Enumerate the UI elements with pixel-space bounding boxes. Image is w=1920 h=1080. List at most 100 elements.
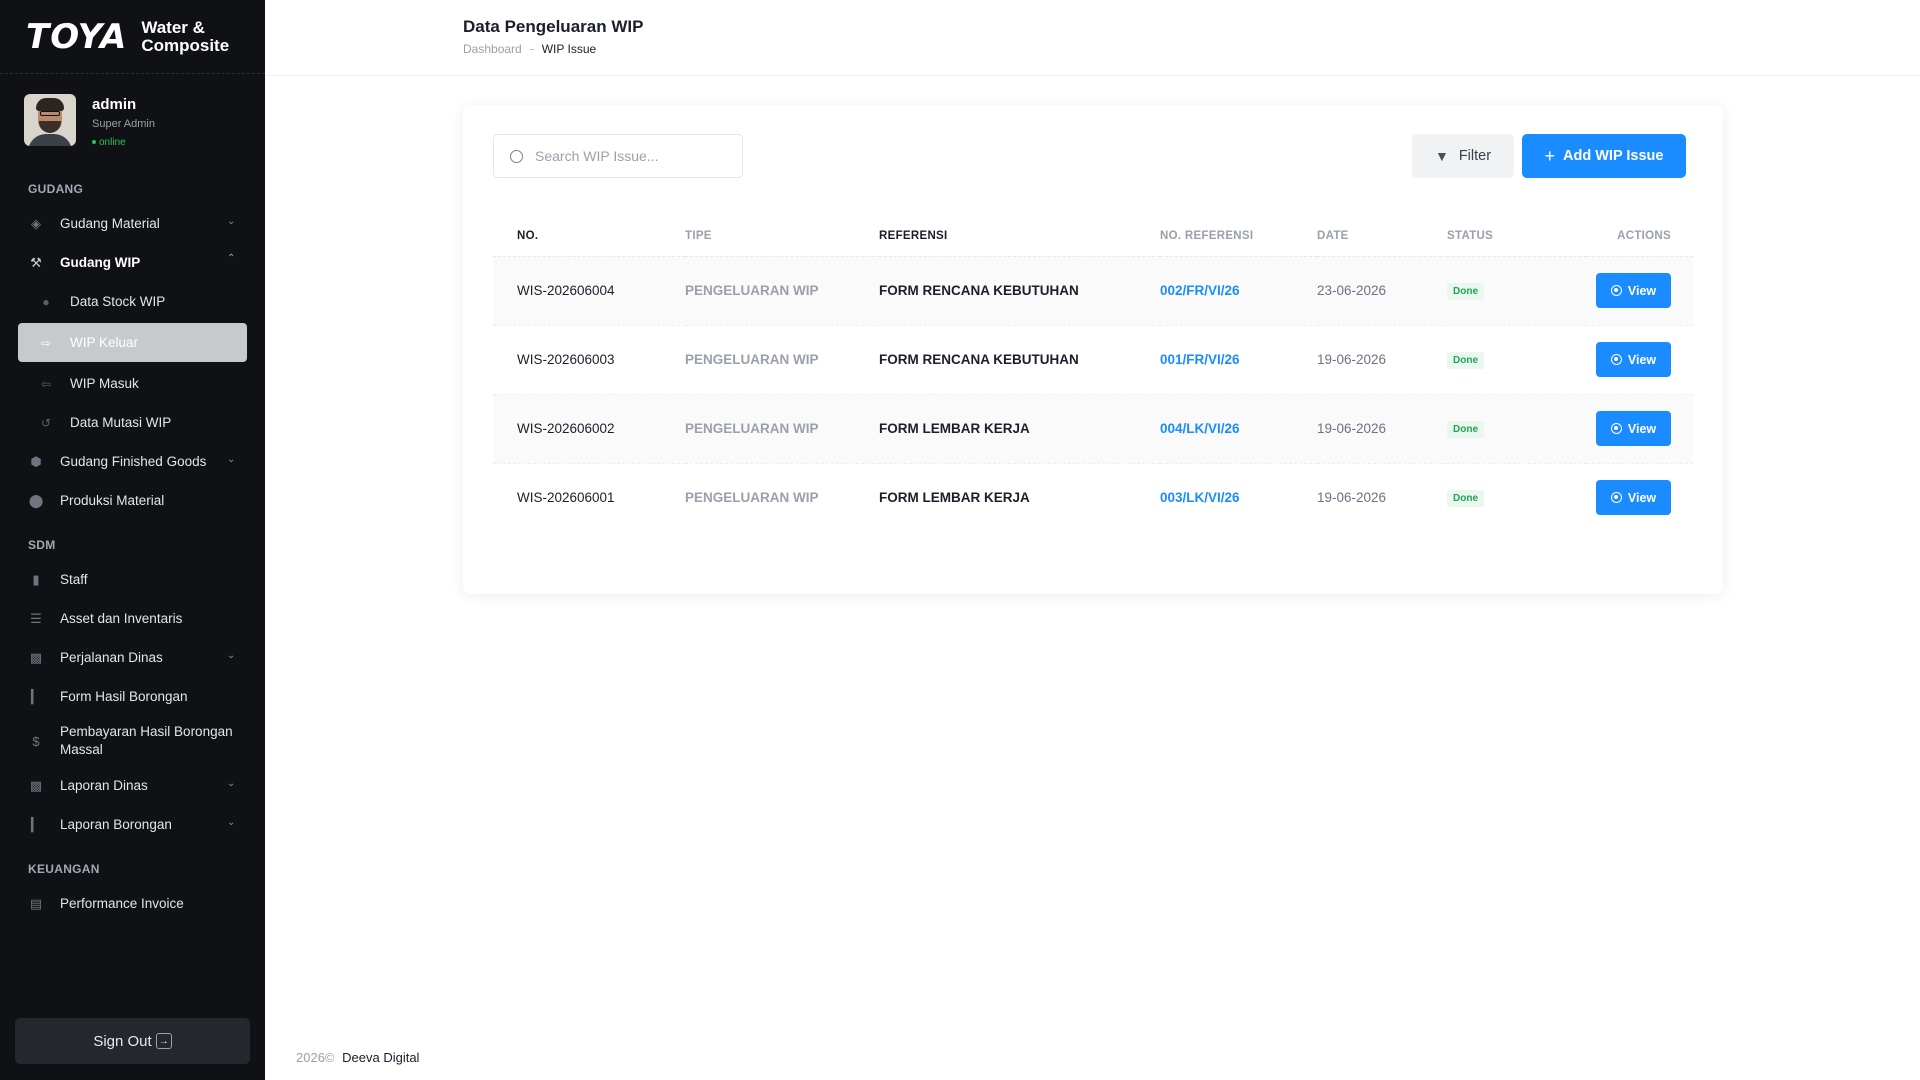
sidebar-item-label-line1: Pembayaran Hasil Borongan [60, 724, 233, 739]
sidebar-item-performance-invoice[interactable]: ▤ Performance Invoice [0, 884, 265, 923]
search-input[interactable] [535, 148, 725, 164]
table-row: WIS-202606001 PENGELUARAN WIP FORM LEMBA… [493, 463, 1693, 532]
cell-tipe: PENGELUARAN WIP [685, 325, 879, 395]
cell-no: WIS-202606002 [493, 394, 685, 464]
sidebar-item-gudang-finished-goods[interactable]: ⬢ Gudang Finished Goods ⌄ [0, 442, 265, 481]
chevron-down-icon: ⌄ [227, 216, 236, 227]
eye-icon [1610, 492, 1622, 504]
sidebar-item-label: Pembayaran Hasil Borongan Massal [60, 723, 233, 759]
filter-button[interactable]: ▼ Filter [1412, 134, 1514, 178]
sidebar-item-data-stock-wip[interactable]: ● Data Stock WIP [0, 282, 265, 321]
sidebar-item-asset-inventaris[interactable]: ☰ Asset dan Inventaris [0, 599, 265, 638]
footer-brand-link[interactable]: Deeva Digital [342, 1050, 419, 1065]
eye-icon [1610, 423, 1622, 434]
sidebar-item-laporan-dinas[interactable]: ▩ Laporan Dinas ⌄ [0, 766, 265, 805]
chevron-up-icon: ⌃ [227, 253, 236, 264]
logo-text: Water & Composite [141, 18, 230, 55]
column-header-no[interactable]: NO. [493, 216, 685, 257]
sidebar-item-data-mutasi-wip[interactable]: ↺ Data Mutasi WIP [0, 403, 265, 442]
search-box[interactable] [493, 134, 743, 178]
logo[interactable]: TOYA Water & Composite [0, 0, 265, 74]
sidebar-item-label: Performance Invoice [60, 896, 184, 911]
user-role: Super Admin [92, 118, 155, 130]
sidebar-item-laporan-borongan[interactable]: ▎ Laporan Borongan ⌄ [0, 805, 265, 844]
cell-no: WIS-202606001 [517, 490, 615, 506]
sign-out-button[interactable]: Sign Out → [15, 1018, 250, 1064]
sidebar-item-wip-masuk[interactable]: ⇦ WIP Masuk [0, 364, 265, 403]
sidebar-item-perjalanan-dinas[interactable]: ▩ Perjalanan Dinas ⌄ [0, 638, 265, 677]
column-header-tipe[interactable]: TIPE [685, 216, 879, 257]
footer: 2026© Deeva Digital [296, 1050, 419, 1065]
eye-icon [1610, 354, 1622, 365]
view-label: View [1627, 283, 1657, 298]
sidebar-item-label: Gudang Material [60, 216, 160, 231]
breadcrumb-current: WIP Issue [541, 42, 597, 56]
exit-icon: ⇨ [40, 335, 52, 350]
sidebar-item-form-hasil-borongan[interactable]: ▎ Form Hasil Borongan [0, 677, 265, 716]
avatar [24, 94, 76, 146]
sidebar-item-label: Form Hasil Borongan [60, 689, 188, 704]
logo-text-line2: Composite [141, 35, 230, 55]
cell-no-referensi-link[interactable]: 003/LK/VI/26 [1160, 463, 1317, 532]
cell-date: 19-06-2026 [1317, 490, 1387, 506]
sidebar-item-label: Laporan Borongan [60, 817, 172, 832]
sidebar-item-label-line2: Massal [60, 742, 103, 757]
view-label: View [1627, 421, 1657, 436]
section-keuangan: KEUANGAN [28, 862, 100, 876]
breadcrumb-dashboard[interactable]: Dashboard [463, 42, 522, 56]
cell-tipe: PENGELUARAN WIP [685, 256, 879, 326]
table-row: WIS-202606003 PENGELUARAN WIP FORM RENCA… [493, 325, 1693, 395]
cell-no-referensi-link[interactable]: 002/FR/VI/26 [1160, 256, 1317, 326]
cell-no-referensi-link[interactable]: 001/FR/VI/26 [1160, 325, 1317, 395]
add-wip-issue-button[interactable]: + Add WIP Issue [1522, 134, 1686, 178]
column-header-referensi[interactable]: REFERENSI [879, 216, 1160, 257]
sidebar-item-label: WIP Masuk [70, 376, 139, 391]
add-label: Add WIP Issue [1563, 148, 1664, 164]
filter-label: Filter [1458, 148, 1492, 164]
column-header-actions: ACTIONS [1587, 216, 1693, 257]
cube-icon: ◈ [31, 215, 41, 231]
bookmark-icon: ▮ [32, 571, 40, 587]
footer-year: 2026© [296, 1050, 335, 1065]
search-icon [510, 149, 523, 163]
cell-date: 19-06-2026 [1317, 325, 1447, 395]
sidebar-item-label: Staff [60, 572, 88, 587]
bar-chart-icon: ▎ [31, 688, 41, 704]
sidebar-item-staff[interactable]: ▮ Staff [0, 560, 265, 599]
sidebar-item-label: Data Stock WIP [70, 294, 166, 309]
sidebar-item-label: Gudang WIP [60, 255, 141, 270]
page-header: Data Pengeluaran WIP Dashboard WIP Issue [265, 0, 1920, 76]
sidebar-item-produksi-material[interactable]: ⬤ Produksi Material [0, 481, 265, 520]
layers-icon: ☰ [30, 610, 42, 626]
briefcase-icon: ▩ [29, 649, 43, 665]
cell-no: WIS-202606003 [493, 325, 685, 395]
cell-tipe: PENGELUARAN WIP [685, 490, 819, 506]
status-badge: Done [1447, 489, 1484, 507]
plus-icon: + [1544, 145, 1556, 166]
cell-no-referensi-link[interactable]: 004/LK/VI/26 [1160, 394, 1317, 464]
status-badge: Done [1447, 282, 1484, 300]
circle-icon: ⬤ [28, 492, 44, 508]
column-header-date[interactable]: DATE [1317, 216, 1447, 257]
invoice-icon: ▤ [29, 895, 43, 911]
sidebar-item-gudang-material[interactable]: ◈ Gudang Material ⌄ [0, 204, 265, 243]
eye-icon [1610, 285, 1622, 296]
view-button[interactable]: View [1596, 480, 1671, 516]
briefcase-icon: ▩ [29, 777, 43, 793]
sidebar-item-pembayaran-hasil-borongan[interactable]: $ Pembayaran Hasil Borongan Massal [0, 716, 265, 766]
sidebar-item-wip-keluar[interactable]: ⇨ WIP Keluar [18, 323, 247, 362]
enter-icon: ⇦ [40, 376, 52, 391]
sidebar-item-gudang-wip[interactable]: ⚒ Gudang WIP ⌃ [0, 243, 265, 282]
table-row: WIS-202606004 PENGELUARAN WIP FORM RENCA… [493, 256, 1693, 326]
sign-out-label: Sign Out [93, 1032, 152, 1050]
view-button[interactable]: View [1596, 411, 1671, 446]
wip-issue-card: ▼ Filter + Add WIP Issue NO. TIPE REFERE… [463, 105, 1723, 594]
logo-mark: TOYA [26, 16, 128, 57]
column-header-no-referensi[interactable]: NO. REFERENSI [1160, 216, 1317, 257]
column-header-status[interactable]: STATUS [1447, 216, 1587, 257]
bar-chart-icon: ▎ [31, 816, 41, 832]
chevron-down-icon: ⌄ [227, 817, 236, 828]
chevron-down-icon: ⌄ [227, 778, 236, 789]
view-button[interactable]: View [1596, 342, 1671, 377]
view-button[interactable]: View [1596, 273, 1671, 308]
